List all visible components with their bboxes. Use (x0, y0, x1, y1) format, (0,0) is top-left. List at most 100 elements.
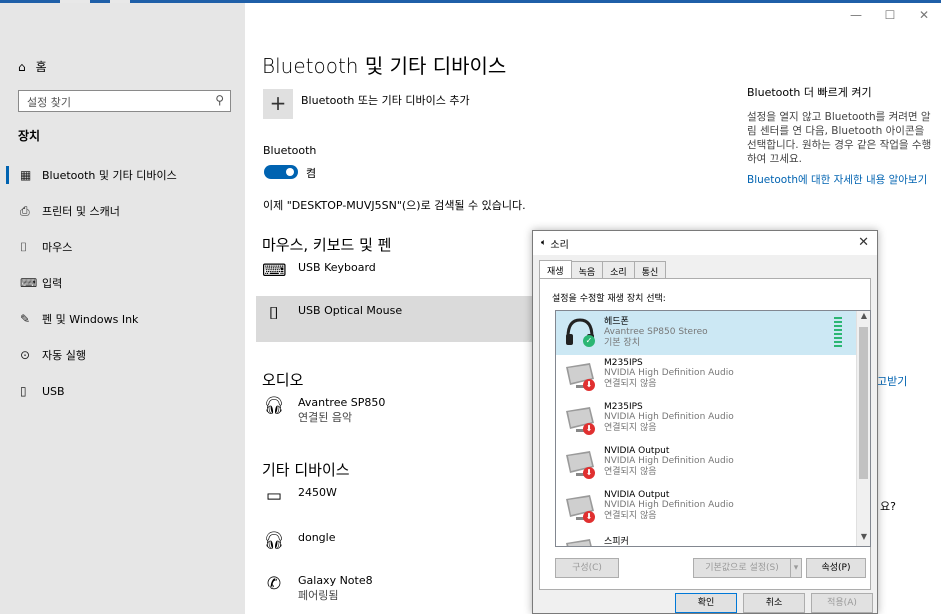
scroll-down-icon[interactable]: ▼ (857, 532, 870, 546)
keyboard-icon: ⌨ (20, 276, 38, 290)
sidebar-item-label: 펜 및 Windows Ink (42, 313, 139, 326)
learn-more-link[interactable]: Bluetooth에 대한 자세한 내용 알아보기 (747, 173, 932, 187)
dialog-close-button[interactable]: ✕ (858, 235, 869, 250)
search-placeholder: 설정 찾기 (27, 96, 71, 109)
device-desc: NVIDIA High Definition Audio (604, 412, 734, 422)
sidebar-item-label: Bluetooth 및 기타 디바이스 (42, 169, 177, 182)
device-monitor[interactable]: ▭ 2450W (262, 486, 337, 506)
playback-device-row[interactable]: ⬇ M235IPS NVIDIA High Definition Audio 연결되지… (556, 355, 870, 399)
home-link[interactable]: ⌂ 홈 (18, 58, 47, 75)
device-status: 연결되지 않음 (604, 423, 657, 433)
home-icon: ⌂ (18, 59, 26, 74)
sidebar: ⌂ 홈 설정 찾기 ⚲ 장치 ▦ Bluetooth 및 기타 디바이스 ⎙ 프린터 … (0, 3, 245, 614)
scroll-up-icon[interactable]: ▲ (857, 311, 870, 325)
add-device-label[interactable]: Bluetooth 또는 기타 디바이스 추가 (301, 92, 470, 108)
keyboard-icon: ⌨ (262, 261, 287, 281)
maximize-button[interactable]: ☐ (873, 8, 907, 22)
set-default-button[interactable]: 기본값으로 설정(S) (693, 558, 791, 578)
sidebar-item-5[interactable]: ⊙ 자동 실행 (0, 337, 245, 373)
ok-button[interactable]: 확인 (675, 593, 737, 613)
playback-device-list[interactable]: ✓ 헤드폰 Avantree SP850 Stereo 기본 장치 ⬇ M235IPS NV… (555, 310, 871, 547)
monitor-icon: ▭ (265, 486, 283, 506)
sidebar-item-label: 프린터 및 스캐너 (42, 205, 120, 218)
close-button[interactable]: ✕ (907, 8, 941, 22)
playback-device-row[interactable]: ⬇ NVIDIA Output NVIDIA High Definition Aud… (556, 487, 870, 531)
set-default-dropdown[interactable]: ▾ (790, 558, 802, 578)
sidebar-item-4[interactable]: ✎ 펜 및 Windows Ink (0, 301, 245, 337)
device-phone[interactable]: ✆ Galaxy Note8 페어링됨 (262, 574, 373, 603)
level-bar (834, 329, 842, 331)
playback-device-row[interactable]: ✓ 헤드폰 Avantree SP850 Stereo 기본 장치 (556, 311, 870, 355)
level-bar (834, 317, 842, 319)
device-name: M235IPS (604, 402, 643, 412)
search-icon: ⚲ (215, 93, 224, 107)
right-panel: Bluetooth 더 빠르게 켜기 설정을 열지 않고 Bluetooth를 … (747, 84, 932, 187)
scroll-thumb[interactable] (859, 327, 868, 479)
device-dongle[interactable]: 🎧︎ dongle (262, 531, 336, 551)
bluetooth-toggle[interactable] (264, 165, 298, 179)
pen-icon: ✎ (20, 312, 31, 326)
printer-icon: ⎙ (20, 203, 30, 218)
instruction-label: 설정을 수정할 재생 장치 선택: (552, 294, 666, 304)
device-name: Galaxy Note8 (298, 574, 373, 587)
playback-device-row[interactable]: ⬇ NVIDIA Output NVIDIA High Definition Aud… (556, 443, 870, 487)
list-scrollbar[interactable]: ▲ ▼ (856, 311, 870, 546)
device-status: 연결되지 않음 (604, 379, 657, 389)
home-label: 홈 (35, 60, 47, 74)
section-other: 기타 디바이스 (262, 461, 350, 479)
tip-body: 설정을 열지 않고 Bluetooth를 켜려면 알림 센터를 연 다음, Bl… (747, 111, 932, 165)
page-title: Bluetooth 및 기타 디바이스 (262, 54, 507, 78)
minimize-button[interactable]: — (839, 8, 873, 22)
discoverable-text: 이제 "DESKTOP-MUVJ5SN"(으)로 검색될 수 있습니다. (263, 199, 526, 212)
playback-device-row[interactable]: ⬇ M235IPS NVIDIA High Definition Audio 연결되지… (556, 399, 870, 443)
sidebar-item-1[interactable]: ⎙ 프린터 및 스캐너 (0, 193, 245, 229)
sidebar-item-0[interactable]: ▦ Bluetooth 및 기타 디바이스 (0, 157, 245, 193)
section-audio: 오디오 (262, 371, 304, 389)
apply-button[interactable]: 적용(A) (811, 593, 873, 613)
speaker-icon: 🔈︎ (541, 238, 547, 248)
device-status: 페어링됨 (298, 589, 339, 602)
device-name: USB Keyboard (298, 261, 376, 274)
device-desc: NVIDIA High Definition Audio (604, 368, 734, 378)
device-mouse[interactable]: ⌷ USB Optical Mouse (256, 296, 546, 342)
speaker-device-icon (564, 537, 596, 546)
sidebar-item-2[interactable]: ⌷ 마우스 (0, 229, 245, 265)
device-status: 연결되지 않음 (604, 467, 657, 477)
device-status: 기본 장치 (604, 338, 640, 348)
device-keyboard[interactable]: ⌨ USB Keyboard (262, 261, 376, 281)
window-controls: — ☐ ✕ (839, 8, 941, 22)
configure-button[interactable]: 구성(C) (555, 558, 619, 578)
phone-icon: ✆ (266, 574, 282, 594)
device-name: 헤드폰 (604, 317, 629, 327)
chevron-down-icon: ▾ (793, 563, 799, 573)
device-name: dongle (298, 531, 336, 544)
level-bar (834, 321, 842, 323)
sidebar-item-label: 마우스 (42, 241, 73, 254)
sidebar-item-6[interactable]: ▯ USB (0, 373, 245, 409)
cancel-button[interactable]: 취소 (743, 593, 805, 613)
level-bar (834, 341, 842, 343)
sidebar-item-label: USB (42, 384, 65, 398)
device-name: 스피커 (604, 537, 629, 547)
bluetooth-devices-icon: ▦ (20, 168, 32, 182)
device-name: Avantree SP850 (298, 396, 386, 409)
search-input[interactable]: 설정 찾기 ⚲ (18, 90, 231, 112)
add-device-button[interactable]: + (263, 89, 293, 119)
playback-device-row[interactable]: 스피커 (556, 531, 870, 547)
sidebar-item-3[interactable]: ⌨ 입력 (0, 265, 245, 301)
mouse-icon: ⌷ (20, 239, 28, 254)
sidebar-item-label: 입력 (42, 277, 63, 290)
device-status: 연결된 음악 (298, 411, 353, 424)
disconnected-arrow-icon: ⬇ (583, 511, 595, 523)
device-status: 연결되지 않음 (604, 511, 657, 521)
properties-button[interactable]: 속성(P) (806, 558, 866, 578)
level-bar (834, 337, 842, 339)
autoplay-icon: ⊙ (20, 348, 31, 362)
device-headset[interactable]: 🎧︎ Avantree SP850 연결된 음악 (262, 396, 385, 425)
device-name: USB Optical Mouse (298, 304, 403, 317)
disconnected-arrow-icon: ⬇ (583, 467, 595, 479)
disconnected-arrow-icon: ⬇ (583, 423, 595, 435)
mouse-icon: ⌷ (268, 304, 280, 324)
volume-level-meter (834, 317, 842, 349)
partial-link[interactable]: 고받기 (877, 373, 907, 389)
